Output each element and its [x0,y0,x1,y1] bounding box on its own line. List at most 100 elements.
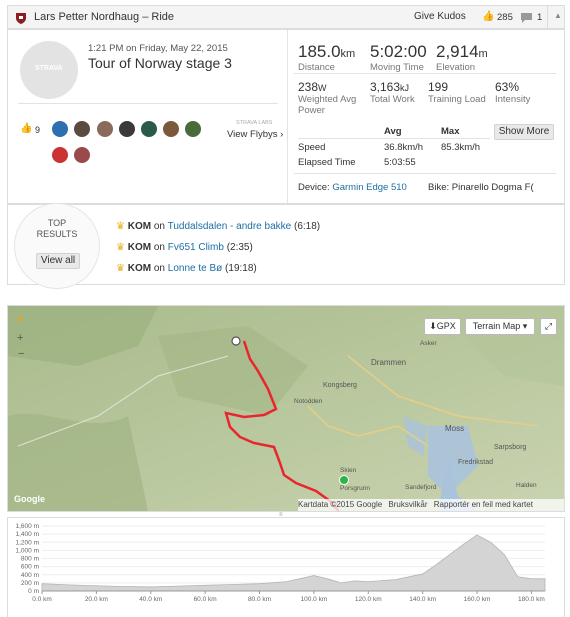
view-flybys-link[interactable]: View Flybys › [227,129,283,140]
x-tick-label: 60.0 km [194,596,217,603]
elapsed-time-avg: 5:03:55 [384,157,416,168]
weighted-power-label: Weighted Avg Power [298,94,357,116]
x-tick-label: 20.0 km [85,596,108,603]
thumbs-up-icon[interactable]: 👍 [482,11,494,22]
elevation-label: Elevation [436,62,476,73]
elevation-unit: m [478,48,488,60]
total-work-unit: kJ [400,83,410,93]
view-all-button[interactable]: View all [36,253,80,269]
place-label-moss: Moss [445,424,465,433]
y-tick-label: 0 m [28,588,39,595]
kudos-count: 285 [497,12,513,23]
place-label-sarpsborg: Sarpsborg [494,444,527,451]
divider [547,6,548,28]
avatar[interactable] [74,121,90,137]
kom-result: ♛ KOM on Fv651 Climb (2:35) [116,242,253,253]
kom-on: on [153,263,165,274]
device-link[interactable]: Garmin Edge 510 [332,182,406,193]
kom-on: on [153,221,165,232]
kom-result: ♛ KOM on Lonne te Bø (19:18) [116,263,257,274]
terms-link[interactable]: Bruksvilkår [388,500,427,509]
fullscreen-button[interactable]: ⤢ [540,318,557,335]
kom-badge: KOM [127,242,152,253]
gpx-label: GPX [436,321,456,331]
chevron-right-icon: › [280,129,284,140]
report-error-link[interactable]: Rapportér en feil med kartet [434,500,533,509]
kom-crown-icon: ♛ [116,263,125,274]
give-kudos-button[interactable]: Give Kudos [414,11,466,22]
total-work-label: Total Work [370,94,415,105]
avatar[interactable] [52,147,68,163]
segment-link[interactable]: Fv651 Climb [168,242,224,253]
divider [18,103,278,104]
terrain-map[interactable] [8,306,564,511]
map-attribution-bar: Kartdata ©2015 Google Bruksvilkår Rappor… [298,499,564,511]
avatar[interactable] [163,121,179,137]
terrain-map-label: Terrain Map [472,321,521,331]
distance-unit: km [340,48,356,60]
fullscreen-icon: ⤢ [544,321,553,331]
avatar[interactable] [141,121,157,137]
zoom-in-button[interactable]: + [17,332,23,344]
avatar[interactable] [52,121,68,137]
gpx-download-button[interactable]: ⬇GPX [424,318,461,335]
start-marker [339,475,349,485]
moving-time-label: Moving Time [370,62,424,73]
show-more-button[interactable]: Show More [494,124,554,140]
y-tick-label: 400 m [21,572,39,579]
distance-value: 185.0 [298,42,341,61]
athlete-avatar[interactable]: STRAVA [20,41,78,99]
elapsed-time-label: Elapsed Time [298,157,356,168]
distance-stat: 185.0km Distance [298,42,355,73]
intensity-stat: 63% Intensity [495,80,530,105]
y-tick-label: 1,200 m [16,539,40,546]
avatar-text: STRAVA [35,65,63,72]
divider [294,73,556,74]
place-label-fredrikstad: Fredrikstad [458,459,494,466]
distance-label: Distance [298,62,335,73]
device-label: Device: [298,182,330,193]
segment-link[interactable]: Lonne te Bø [168,263,222,274]
elevation-stat: 2,914m Elevation [436,42,488,73]
y-tick-label: 200 m [21,580,39,587]
kom-crown-icon: ♛ [116,221,125,232]
pegman-icon[interactable]: ● [17,314,23,325]
segment-link[interactable]: Tuddalsdalen - andre bakke [168,221,292,232]
comment-icon[interactable] [521,11,532,23]
activity-name: Tour of Norway stage 3 [88,55,232,71]
speed-max: 85.3km/h [441,142,481,153]
total-work-value: 3,163 [370,80,401,94]
training-load-label: Training Load [428,94,486,105]
comment-count: 1 [537,12,543,23]
collapse-arrow-icon[interactable]: ▲ [554,11,562,20]
chevron-down-icon: ▾ [522,321,528,331]
kom-time: (6:18) [294,221,321,232]
place-label-asker: Asker [420,340,437,347]
terrain-map-select[interactable]: Terrain Map ▾ [465,318,535,335]
avatar[interactable] [97,121,113,137]
divider [287,30,288,203]
elevation-chart[interactable]: 1,600 m1,400 m1,200 m1,000 m800 m600 m40… [8,518,564,613]
avatar[interactable] [119,121,135,137]
x-tick-label: 160.0 km [464,596,491,603]
weighted-power-value: 238 [298,80,319,94]
avatar[interactable] [74,147,90,163]
bike-label: Bike: [428,182,450,193]
kudos-avatars [52,121,212,167]
zoom-out-button[interactable]: − [18,348,24,360]
speed-label: Speed [298,142,326,153]
kudos-people-count: 9 [35,125,41,135]
top-results-title: RESULTS [36,229,78,239]
top-results-title: TOP [47,218,67,228]
activity-title: Lars Petter Nordhaug – Ride [34,11,175,23]
elevation-value: 2,914 [436,42,479,61]
kom-badge: KOM [127,221,152,232]
y-tick-label: 1,000 m [16,547,40,554]
finish-marker [231,336,241,346]
top-results-badge: TOP RESULTS View all [14,203,100,289]
moving-time-stat: 5:02:00 Moving Time [370,42,427,73]
avatar[interactable] [185,121,201,137]
kom-time: (19:18) [225,263,257,274]
kom-result: ♛ KOM on Tuddalsdalen - andre bakke (6:1… [116,221,320,232]
place-label-drammen: Drammen [371,358,407,367]
